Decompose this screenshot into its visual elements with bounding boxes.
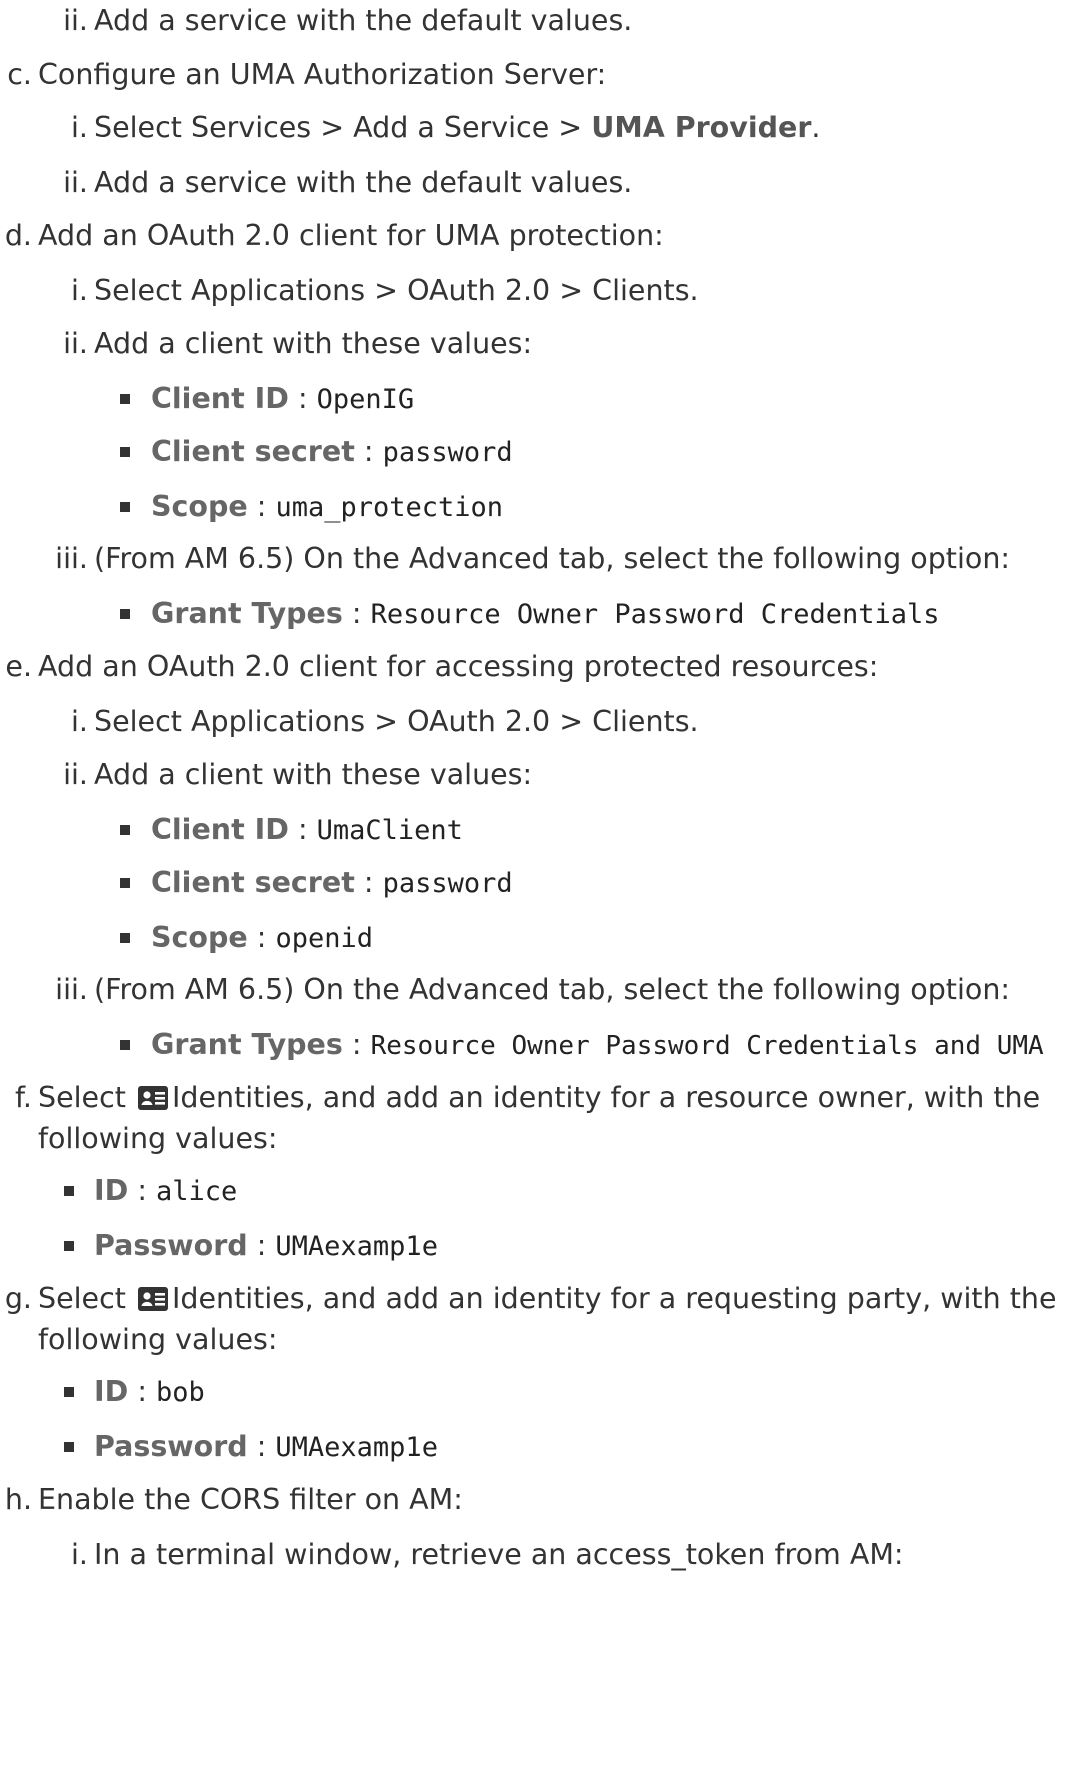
field-value: UMAexamp1e	[275, 1432, 438, 1463]
bullet-icon	[64, 1241, 74, 1251]
field-value: UMAexamp1e	[275, 1231, 438, 1262]
bullet-icon	[120, 447, 130, 457]
field-value: alice	[156, 1176, 238, 1207]
step-text-pre: Select	[38, 1081, 126, 1114]
step-text: Add a service with the default values.	[94, 166, 633, 199]
step-text: Select Services > Add a Service >	[94, 111, 592, 144]
step-text: Add a client with these values:	[94, 758, 533, 791]
bullet-icon	[64, 1442, 74, 1452]
step-text: (From AM 6.5) On the Advanced tab, selec…	[94, 542, 1010, 575]
list-marker: iii.	[55, 973, 88, 1006]
step-text: Add a service with the default values.	[94, 4, 633, 37]
field-label: Password	[94, 1430, 248, 1463]
list-marker: ii.	[63, 758, 88, 791]
bullet-icon	[120, 394, 130, 404]
step-text-post: Identities, and add an identity for a re…	[171, 1282, 1057, 1315]
bullet-icon	[64, 1186, 74, 1196]
list-marker: c.	[7, 58, 32, 91]
step-text-post: Identities, and add an identity for a re…	[171, 1081, 1041, 1114]
step-text-pre: Select	[38, 1282, 126, 1315]
uma-provider-label: UMA Provider	[591, 111, 812, 144]
field-value: password	[382, 437, 513, 468]
id-card-icon	[137, 1084, 168, 1118]
list-marker: i.	[71, 705, 88, 738]
field-label: Scope	[151, 921, 248, 954]
list-marker: i.	[71, 111, 88, 144]
bullet-icon	[120, 502, 130, 512]
step-text: Select Applications > OAuth 2.0 > Client…	[94, 705, 699, 738]
list-marker: h.	[4, 1483, 32, 1516]
field-value: UmaClient	[316, 815, 463, 846]
field-label: ID	[94, 1375, 129, 1408]
step-text: Enable the CORS filter on AM:	[38, 1483, 463, 1516]
field-value: uma_protection	[275, 492, 504, 523]
list-marker: d.	[4, 219, 32, 252]
field-value: password	[382, 868, 513, 899]
field-label: Scope	[151, 490, 248, 523]
field-value: openid	[275, 923, 374, 954]
field-value: Resource Owner Password Credentials	[370, 599, 940, 630]
field-label: Client secret	[151, 866, 355, 899]
field-label: Password	[94, 1229, 248, 1262]
field-value: OpenIG	[316, 384, 415, 415]
id-card-icon	[137, 1285, 168, 1319]
field-label: Client ID	[151, 813, 289, 846]
field-label: Grant Types	[151, 597, 343, 630]
step-text: Select Applications > OAuth 2.0 > Client…	[94, 274, 699, 307]
list-marker: f.	[14, 1081, 32, 1114]
step-text: Add an OAuth 2.0 client for UMA protecti…	[38, 219, 664, 252]
bullet-icon	[120, 1040, 130, 1050]
field-label: Client ID	[151, 382, 289, 415]
bullet-icon	[120, 933, 130, 943]
bullet-icon	[120, 825, 130, 835]
field-value: bob	[156, 1377, 205, 1408]
document-page: { "steps": { "b_ii": { "marker": "ii.", …	[0, 0, 1085, 1778]
bullet-icon	[120, 609, 130, 619]
list-marker: ii.	[63, 327, 88, 360]
step-text: Add a client with these values:	[94, 327, 533, 360]
list-marker: iii.	[55, 542, 88, 575]
step-text: Add an OAuth 2.0 client for accessing pr…	[38, 650, 879, 683]
step-text: In a terminal window, retrieve an access…	[94, 1538, 904, 1571]
field-value: Resource Owner Password Credentials and …	[370, 1031, 1044, 1061]
field-label: Client secret	[151, 435, 355, 468]
bullet-icon	[64, 1387, 74, 1397]
step-text-cont: following values:	[38, 1122, 278, 1155]
field-label: Grant Types	[151, 1028, 343, 1061]
list-marker: ii.	[63, 4, 88, 37]
field-label: ID	[94, 1174, 129, 1207]
step-text: Configure an UMA Authorization Server:	[38, 58, 607, 91]
bullet-icon	[120, 878, 130, 888]
step-text-end: .	[811, 111, 821, 144]
list-marker: ii.	[63, 166, 88, 199]
list-marker: g.	[4, 1282, 32, 1315]
step-text-cont: following values:	[38, 1323, 278, 1356]
list-marker: e.	[5, 650, 32, 683]
list-marker: i.	[71, 1538, 88, 1571]
step-text: (From AM 6.5) On the Advanced tab, selec…	[94, 973, 1010, 1006]
list-marker: i.	[71, 274, 88, 307]
